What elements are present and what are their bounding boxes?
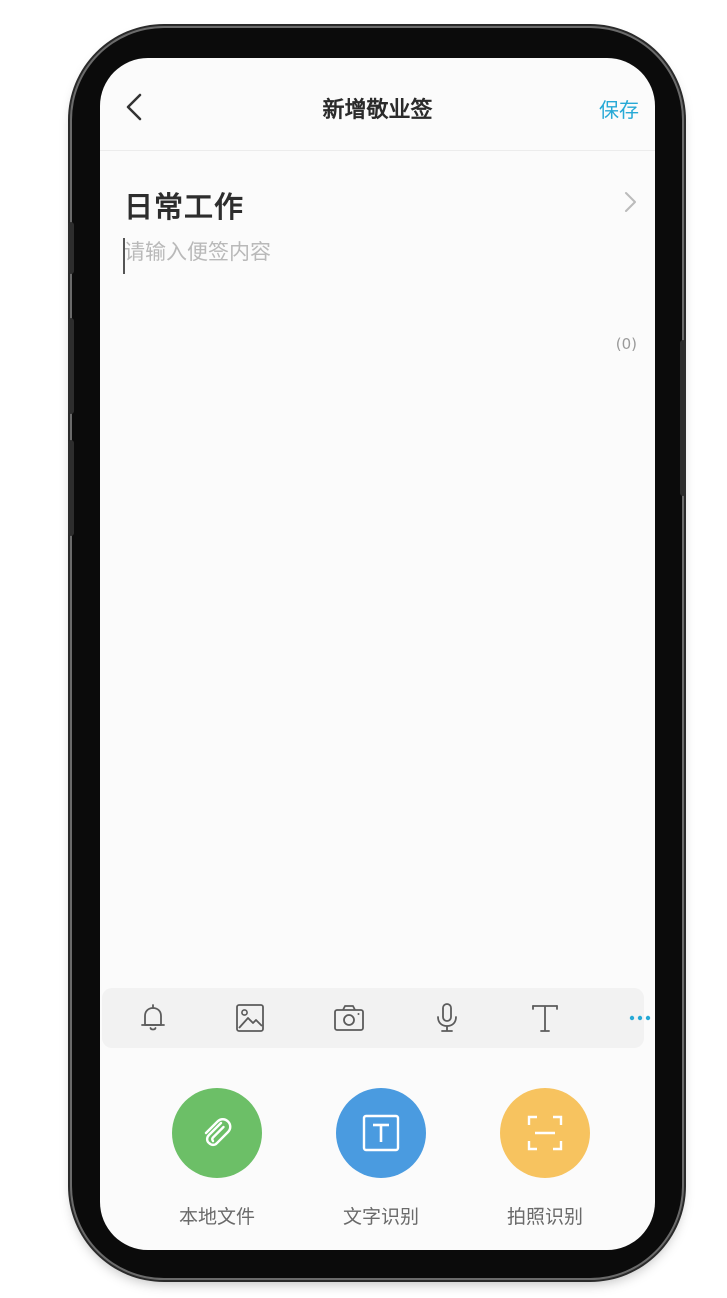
local-file-button[interactable]: 本地文件 [157,1088,277,1229]
photo-recognition-button[interactable]: 拍照识别 [485,1088,605,1229]
chevron-right-icon [625,192,636,212]
phone-power-button [680,340,686,496]
text-recognition-circle [336,1088,426,1178]
text-recognition-icon [362,1114,400,1152]
note-content-input[interactable] [124,236,624,356]
attachment-actions: 本地文件 文字识别 拍照识别 [100,1088,655,1238]
app-screen: 新增敬业签 保存 日常工作 (0) [100,58,655,1250]
insert-image-button[interactable] [232,1000,268,1036]
editor-toolbar [102,988,651,1048]
text-recognition-button[interactable]: 文字识别 [321,1088,441,1229]
text-format-button[interactable] [527,1000,563,1036]
phone-volume-down-button [68,440,74,536]
character-count: (0) [615,335,637,353]
camera-button[interactable] [331,1000,367,1036]
scan-icon [527,1115,563,1151]
camera-icon [334,1005,364,1031]
navigation-bar: 新增敬业签 保存 [100,58,655,151]
bell-icon [141,1004,165,1031]
photo-recognition-label: 拍照识别 [506,1206,583,1228]
image-icon [236,1004,264,1032]
local-file-circle [172,1088,262,1178]
phone-mute-switch [68,222,74,274]
local-file-label: 本地文件 [178,1206,255,1228]
text-recognition-label: 文字识别 [342,1206,419,1228]
more-icon [629,1015,651,1021]
text-cursor [123,238,125,274]
page-title: 新增敬业签 [322,98,433,123]
reminder-button[interactable] [135,1000,171,1036]
microphone-icon [437,1003,457,1032]
phone-volume-up-button [68,318,74,414]
photo-recognition-circle [500,1088,590,1178]
paperclip-icon [204,1118,232,1147]
text-format-icon [532,1005,558,1032]
category-selector[interactable]: 日常工作 [124,180,639,224]
save-button[interactable]: 保存 [599,94,639,123]
more-button[interactable] [624,1000,655,1036]
voice-input-button[interactable] [429,1000,465,1036]
category-name: 日常工作 [124,190,245,224]
